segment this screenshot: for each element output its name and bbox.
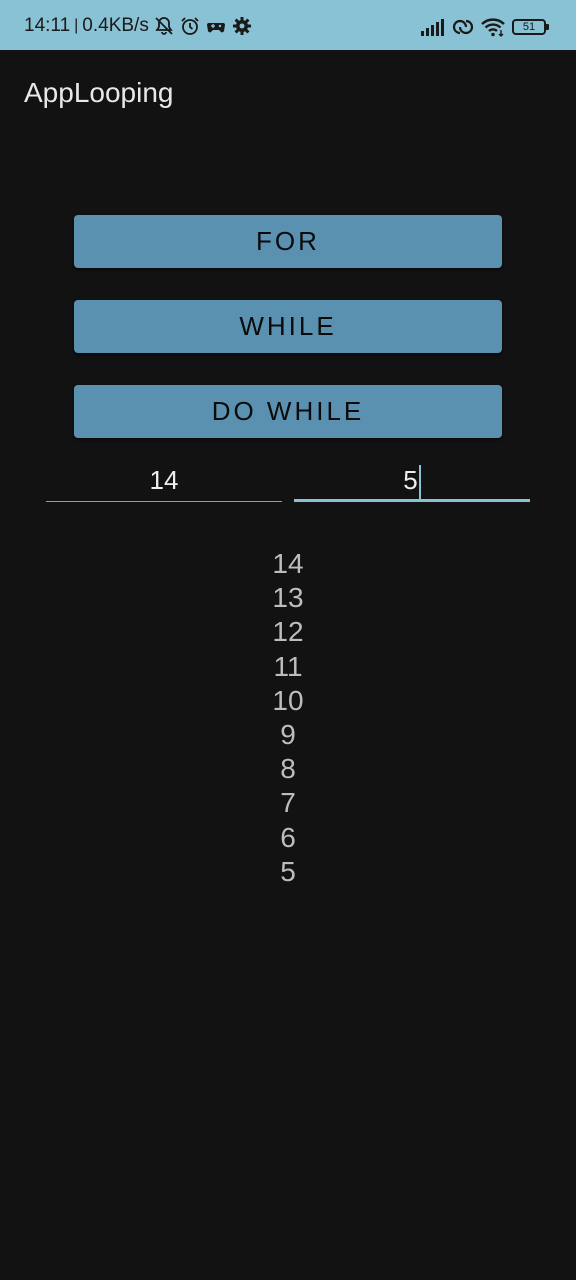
output-line: 6 — [280, 821, 296, 853]
output-line: 10 — [272, 684, 304, 716]
hotspot-link-icon — [452, 16, 474, 38]
status-right: 51 — [420, 15, 549, 39]
alarm-icon — [179, 15, 201, 37]
output-line: 14 — [272, 548, 304, 579]
status-network-speed: 0.4KB/s — [82, 15, 149, 36]
output-line: 8 — [280, 753, 296, 785]
wifi-icon — [480, 16, 506, 38]
game-controller-icon — [205, 15, 227, 37]
battery-icon: 51 — [512, 19, 549, 35]
output-line: 7 — [280, 787, 296, 819]
status-left: 14:11 | 0.4KB/s — [24, 14, 253, 38]
status-separator: | — [74, 17, 79, 34]
while-button[interactable]: WHILE — [74, 300, 502, 353]
status-time: 14:11 — [24, 15, 71, 36]
start-number-value: 14 — [149, 465, 179, 495]
start-number-input[interactable]: 14 — [46, 458, 282, 502]
bell-off-icon — [153, 15, 175, 37]
end-number-input[interactable]: 5 — [294, 458, 530, 502]
output-line: 11 — [273, 650, 303, 682]
app-title: AppLooping — [24, 77, 174, 108]
output-line: 9 — [280, 719, 296, 751]
status-bar: 14:11 | 0.4KB/s 51 — [0, 0, 576, 50]
signal-bars-icon — [420, 16, 446, 38]
for-button[interactable]: FOR — [74, 215, 502, 268]
loop-output: 14 13 12 11 10 9 8 7 6 5 — [0, 547, 576, 889]
gear-icon — [231, 15, 253, 37]
output-line: 12 — [272, 616, 304, 648]
do-while-button[interactable]: DO WHILE — [74, 385, 502, 438]
output-line: 13 — [272, 582, 304, 614]
output-line: 5 — [280, 855, 296, 887]
end-number-value: 5 — [403, 465, 418, 495]
battery-level: 51 — [522, 21, 536, 33]
text-cursor — [418, 465, 421, 500]
